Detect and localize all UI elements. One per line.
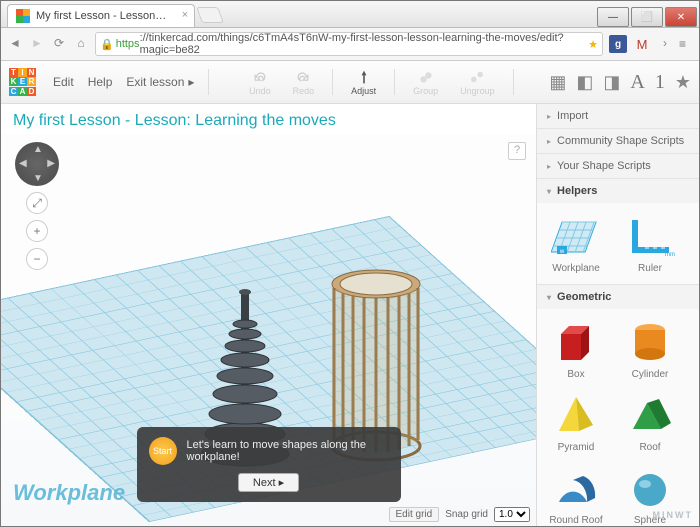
nav-reload-icon[interactable]: ⟳	[51, 36, 67, 52]
shape-box[interactable]: Box	[541, 315, 611, 384]
tab-title: My first Lesson - Lesson…	[36, 10, 166, 22]
tutorial-popup: Start Let's learn to move shapes along t…	[137, 427, 401, 502]
shape-pyramid[interactable]: Pyramid	[541, 388, 611, 457]
tutorial-text: Let's learn to move shapes along the wor…	[187, 439, 389, 463]
tutorial-start-badge: Start	[149, 437, 177, 465]
section-helpers[interactable]: ▾Helpers	[537, 179, 699, 203]
window-minimize-button[interactable]: —	[597, 7, 629, 27]
svg-text:mm: mm	[665, 252, 675, 258]
svg-text:w: w	[559, 249, 565, 255]
nav-forward-icon[interactable]: ►	[29, 36, 45, 52]
lock-icon: 🔒	[100, 38, 114, 51]
lesson-title: My first Lesson - Lesson: Learning the m…	[1, 104, 536, 134]
main-area: My first Lesson - Lesson: Learning the m…	[1, 104, 699, 526]
window-maximize-button[interactable]: ⬜	[631, 7, 663, 27]
viewport-3d[interactable]: ? ▲▼◀▶ ⤢ + −	[1, 134, 536, 526]
shapes-panel: ▸Import ▸Community Shape Scripts ▸Your S…	[536, 104, 699, 526]
browser-window: My first Lesson - Lesson… × — ⬜ ✕ ◄ ► ⟳ …	[0, 0, 700, 527]
edit-grid-button[interactable]: Edit grid	[389, 507, 440, 522]
tab-close-icon[interactable]: ×	[182, 9, 188, 21]
shape-cylinder[interactable]: Cylinder	[615, 315, 685, 384]
ext-google-icon[interactable]: g	[609, 35, 627, 53]
zoom-out-button[interactable]: −	[26, 248, 48, 270]
favorite-star-icon[interactable]: ★	[675, 72, 691, 93]
canvas-footer: Edit grid Snap grid 1.0	[389, 507, 531, 522]
window-close-button[interactable]: ✕	[665, 7, 697, 27]
chevron-right-icon[interactable]: ›	[657, 36, 673, 52]
nav-back-icon[interactable]: ◄	[7, 36, 23, 52]
section-community-scripts[interactable]: ▸Community Shape Scripts	[537, 129, 699, 153]
tool-adjust[interactable]: Adjust	[347, 69, 380, 96]
favicon	[16, 9, 30, 23]
watermark: MINWT	[653, 510, 694, 520]
browser-navbar: ◄ ► ⟳ ⌂ 🔒 https://tinkercad.com/things/c…	[1, 28, 699, 61]
helper-ruler[interactable]: mm Ruler	[615, 209, 685, 278]
nav-home-icon[interactable]: ⌂	[73, 36, 89, 52]
url-scheme: https	[116, 38, 140, 50]
snap-grid-select[interactable]: 1.0	[494, 507, 530, 522]
shape-roof[interactable]: Roof	[615, 388, 685, 457]
menu-edit[interactable]: Edit	[53, 75, 74, 89]
tutorial-next-button[interactable]: Next ▸	[238, 473, 299, 492]
section-import[interactable]: ▸Import	[537, 104, 699, 128]
zoom-in-button[interactable]: +	[26, 220, 48, 242]
view-cube-wire-icon[interactable]: ◨	[603, 72, 620, 93]
view-tools: ▦ ◧ ◨ A 1 ★	[549, 71, 691, 94]
text-tool-icon[interactable]: A	[630, 71, 644, 94]
url-text: ://tinkercad.com/things/c6TmA4sT6nW-my-f…	[140, 32, 589, 56]
window-controls: — ⬜ ✕	[597, 5, 699, 27]
section-your-scripts[interactable]: ▸Your Shape Scripts	[537, 154, 699, 178]
tool-redo[interactable]: Redo	[289, 69, 319, 96]
help-tip-button[interactable]: ?	[508, 142, 526, 160]
new-tab-button[interactable]	[196, 7, 224, 23]
orbit-pad[interactable]: ▲▼◀▶	[15, 142, 59, 186]
workplane-label: Workplane	[13, 480, 125, 506]
shape-round-roof[interactable]: Round Roof	[541, 461, 611, 526]
tool-undo[interactable]: Undo	[245, 69, 275, 96]
browser-menu-icon[interactable]: ≡	[679, 37, 693, 51]
tinkercad-logo[interactable]: TINKERCAD	[9, 68, 37, 96]
section-geometric[interactable]: ▾Geometric	[537, 285, 699, 309]
menu-help[interactable]: Help	[88, 75, 113, 89]
tool-ungroup[interactable]: Ungroup	[456, 69, 499, 96]
view-nav-widget: ▲▼◀▶ ⤢ + −	[13, 142, 61, 270]
address-bar[interactable]: 🔒 https://tinkercad.com/things/c6TmA4sT6…	[95, 32, 603, 56]
snap-grid-label: Snap grid	[445, 509, 488, 520]
tool-group[interactable]: Group	[409, 69, 442, 96]
canvas-area: My first Lesson - Lesson: Learning the m…	[1, 104, 536, 526]
ext-gmail-icon[interactable]: M	[633, 37, 651, 52]
menu-exit-lesson[interactable]: Exit lesson ▸	[126, 75, 194, 89]
titlebar: My first Lesson - Lesson… × — ⬜ ✕	[1, 1, 699, 28]
app-toolbar: TINKERCAD Edit Help Exit lesson ▸ Undo R…	[1, 61, 699, 104]
browser-tab[interactable]: My first Lesson - Lesson… ×	[7, 4, 195, 27]
helper-workplane[interactable]: w Workplane	[541, 209, 611, 278]
fit-view-button[interactable]: ⤢	[26, 192, 48, 214]
bookmark-star-icon[interactable]: ★	[588, 38, 598, 51]
view-cube-solid-icon[interactable]: ◧	[576, 72, 593, 93]
number-tool-icon[interactable]: 1	[655, 71, 665, 94]
view-grid-icon[interactable]: ▦	[549, 72, 566, 93]
